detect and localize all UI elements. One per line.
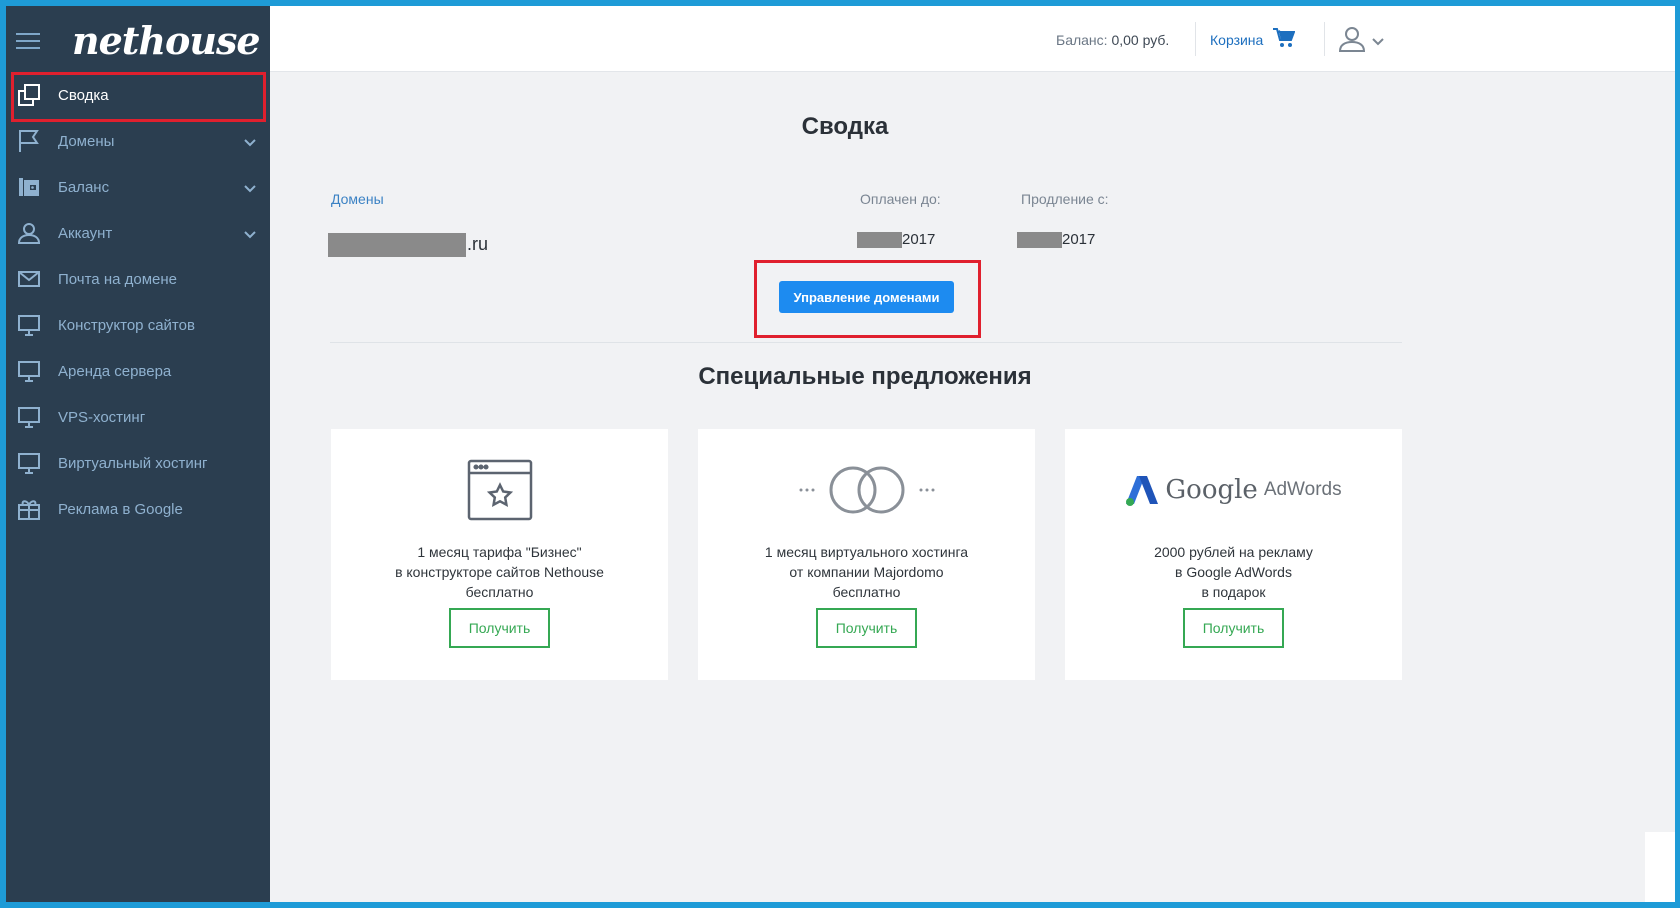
get-offer-button[interactable]: Получить [1183,608,1284,648]
sidebar-item-label: Баланс [58,178,110,196]
offer-line: 1 месяц тарифа "Бизнес" [417,544,582,560]
menu-icon[interactable] [16,33,40,51]
sidebar: nethouse Сводка Домены Баланс Аккаунт По… [6,6,270,902]
google-wordmark: Google [1165,475,1258,505]
monitor-icon [16,404,42,430]
offers-title: Специальные предложения [698,363,1032,390]
majordomo-icon [698,457,1035,523]
sidebar-item-domains[interactable]: Домены [6,118,270,164]
offer-line: в подарок [1201,584,1266,600]
scrollbar-corner [1645,832,1675,902]
sidebar-item-label: Домены [58,132,115,150]
sidebar-item-google-ads[interactable]: Реклама в Google [6,486,270,532]
offer-line: бесплатно [832,584,901,600]
gift-icon [16,496,42,522]
sidebar-item-mail[interactable]: Почта на домене [6,256,270,302]
sidebar-nav: Сводка Домены Баланс Аккаунт Почта на до… [6,72,270,532]
sidebar-item-label: Аккаунт [58,224,113,242]
wallet-icon [16,174,42,200]
sidebar-item-summary[interactable]: Сводка [6,72,270,122]
flag-icon [16,128,42,154]
sidebar-item-server-rental[interactable]: Аренда сервера [6,348,270,394]
cart-link[interactable]: Корзина [1210,28,1296,51]
get-offer-button[interactable]: Получить [449,608,550,648]
page-title: Сводка [801,113,889,140]
chevron-down-icon [244,226,256,243]
user-icon [1338,26,1366,57]
nethouse-logo[interactable]: nethouse [72,18,261,63]
redacted-paid-date [857,232,902,248]
offer-description: 2000 рублей на рекламу в Google AdWords … [1065,542,1402,602]
paid-until-value: 2017 [902,231,936,248]
divider [1324,22,1325,56]
divider [1195,22,1196,56]
user-icon [16,220,42,246]
google-adwords-logo: Google AdWords [1065,457,1402,523]
sidebar-item-vps[interactable]: VPS-хостинг [6,394,270,440]
cart-icon [1273,28,1296,51]
offer-line: в Google AdWords [1175,564,1292,580]
balance-value: 0,00 руб. [1111,32,1170,48]
offer-line: в конструкторе сайтов Nethouse [395,564,604,580]
top-bar: Баланс: 0,00 руб. Корзина [270,6,1675,72]
sidebar-header: nethouse [6,6,270,72]
sidebar-item-label: Сводка [58,86,109,104]
balance-label: Баланс: [1056,32,1108,48]
chevron-down-icon [244,180,256,197]
sidebar-item-label: Виртуальный хостинг [58,454,208,472]
app-window: nethouse Сводка Домены Баланс Аккаунт По… [6,6,1675,902]
monitor-icon [16,450,42,476]
sidebar-item-label: Почта на домене [58,270,177,288]
sidebar-item-label: VPS-хостинг [58,408,146,426]
user-menu[interactable] [1338,26,1384,57]
sidebar-item-site-builder[interactable]: Конструктор сайтов [6,302,270,348]
main-area: Баланс: 0,00 руб. Корзина Сводка Домены … [270,6,1675,902]
sidebar-item-label: Конструктор сайтов [58,316,195,334]
manage-domains-button[interactable]: Управление доменами [779,281,954,313]
browser-star-icon [331,457,668,523]
renewal-from-value: 2017 [1062,231,1096,248]
redacted-renewal-date [1017,232,1062,248]
offer-description: 1 месяц тарифа "Бизнес" в конструкторе с… [331,542,668,602]
domain-name[interactable]: .ru [467,234,488,255]
offer-line: 1 месяц виртуального хостинга [764,544,969,560]
offer-card-business: 1 месяц тарифа "Бизнес" в конструкторе с… [331,429,668,680]
sidebar-item-label: Аренда сервера [58,362,172,380]
paid-until-header: Оплачен до: [860,191,941,207]
domains-link[interactable]: Домены [331,191,384,207]
chevron-down-icon [1372,33,1384,51]
chevron-down-icon [244,134,256,151]
adwords-wordmark: AdWords [1263,479,1342,500]
sidebar-item-virtual-hosting[interactable]: Виртуальный хостинг [6,440,270,486]
balance-display[interactable]: Баланс: 0,00 руб. [1056,32,1169,48]
offer-card-hosting: 1 месяц виртуального хостинга от компани… [698,429,1035,680]
mail-icon [16,266,42,292]
section-divider [330,342,1402,343]
renewal-from-header: Продление с: [1021,191,1109,207]
get-offer-button[interactable]: Получить [816,608,917,648]
redacted-domain-name [328,233,466,257]
copy-icon [16,82,42,108]
sidebar-item-label: Реклама в Google [58,500,183,518]
offer-line: 2000 рублей на рекламу [1154,544,1313,560]
offer-description: 1 месяц виртуального хостинга от компани… [698,542,1035,602]
sidebar-item-account[interactable]: Аккаунт [6,210,270,256]
offer-line: от компании Majordomo [789,564,944,580]
monitor-icon [16,312,42,338]
adwords-icon [1126,476,1159,506]
sidebar-item-balance[interactable]: Баланс [6,164,270,210]
cart-label: Корзина [1210,31,1264,48]
offer-card-adwords: Google AdWords 2000 рублей на рекламу в … [1065,429,1402,680]
offer-line: бесплатно [465,584,534,600]
monitor-icon [16,358,42,384]
